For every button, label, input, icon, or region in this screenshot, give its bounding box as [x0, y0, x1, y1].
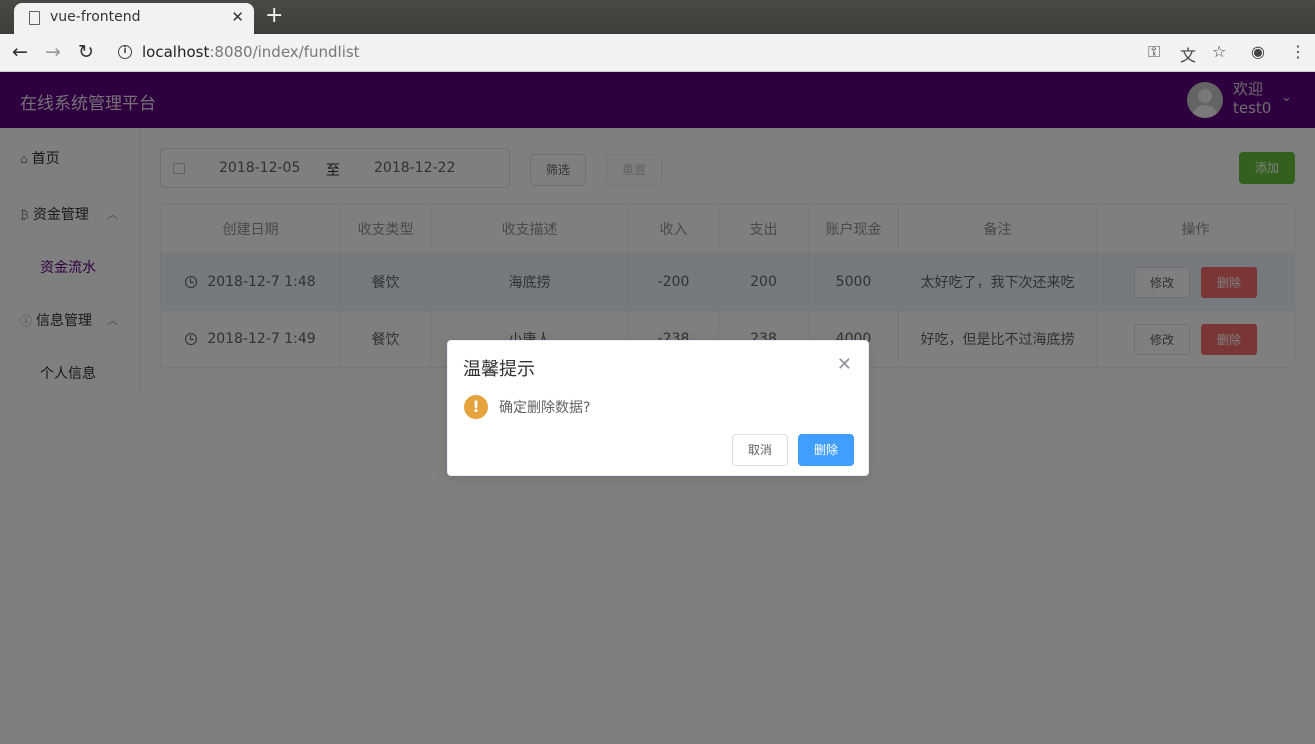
- tab-close-icon[interactable]: ✕: [231, 8, 244, 26]
- back-icon[interactable]: ←: [12, 41, 28, 63]
- address-bar[interactable]: localhost:8080/index/fundlist: [142, 43, 360, 61]
- close-icon[interactable]: ✕: [837, 354, 852, 375]
- url-host: localhost: [142, 43, 210, 61]
- account-icon[interactable]: ◉: [1251, 42, 1265, 61]
- forward-icon[interactable]: →: [45, 41, 61, 63]
- browser-toolbar: ← → ↻ i localhost:8080/index/fundlist ⚿ …: [0, 34, 1315, 72]
- star-icon[interactable]: ☆: [1212, 42, 1226, 61]
- warning-icon: !: [464, 395, 488, 419]
- cancel-button[interactable]: 取消: [732, 434, 788, 466]
- tab-title: vue-frontend: [50, 9, 141, 25]
- menu-icon[interactable]: ⋮: [1290, 42, 1306, 61]
- dialog-title: 温馨提示: [463, 359, 535, 380]
- url-path: :8080/index/fundlist: [209, 43, 360, 61]
- document-icon: [29, 11, 40, 25]
- confirm-dialog: 温馨提示 ✕ ! 确定删除数据? 取消 删除: [447, 340, 869, 476]
- key-icon[interactable]: ⚿: [1148, 42, 1160, 62]
- translate-icon[interactable]: 文: [1180, 42, 1196, 66]
- reload-icon[interactable]: ↻: [78, 41, 94, 63]
- browser-tab[interactable]: vue-frontend ✕: [14, 3, 254, 34]
- info-icon[interactable]: i: [118, 45, 132, 59]
- confirm-delete-button[interactable]: 删除: [798, 434, 854, 466]
- browser-tabstrip: vue-frontend ✕ +: [0, 0, 1315, 34]
- new-tab-button[interactable]: +: [265, 3, 283, 28]
- dialog-message: 确定删除数据?: [499, 400, 591, 416]
